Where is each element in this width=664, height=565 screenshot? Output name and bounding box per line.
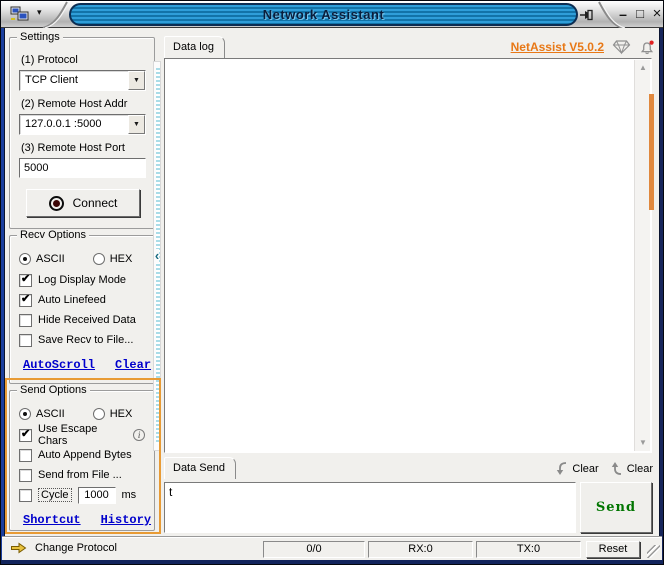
connect-button-label: Connect bbox=[72, 196, 118, 210]
disconnected-status-icon bbox=[48, 195, 64, 211]
history-link[interactable]: History bbox=[101, 513, 151, 527]
recv-hex-label: HEX bbox=[109, 253, 133, 265]
chevron-down-icon[interactable]: ▼ bbox=[128, 115, 145, 134]
remote-host-addr-select[interactable]: 127.0.0.1 :5000 ▼ bbox=[19, 114, 146, 135]
send-hex-label: HEX bbox=[109, 408, 133, 420]
gem-icon[interactable] bbox=[612, 39, 631, 55]
send-button[interactable]: Send bbox=[580, 482, 652, 533]
chevron-down-icon[interactable]: ▼ bbox=[128, 71, 145, 90]
send-options-group: Send Options ASCII HEX Use Escape Chars … bbox=[9, 384, 155, 531]
remote-host-addr-value: 127.0.0.1 :5000 bbox=[25, 118, 102, 130]
panel-collapse-splitter[interactable]: ‹ bbox=[153, 61, 161, 451]
recv-ascii-label: ASCII bbox=[36, 253, 65, 265]
protocol-select[interactable]: TCP Client ▼ bbox=[19, 70, 146, 91]
highlight-stripe-right-edge bbox=[649, 94, 654, 210]
recv-options-group: Recv Options ASCII HEX Log Display Mode … bbox=[9, 229, 155, 384]
connect-button[interactable]: Connect bbox=[26, 189, 140, 217]
send-data-input[interactable]: t bbox=[164, 482, 576, 533]
remote-host-port-input[interactable] bbox=[19, 158, 146, 178]
clear-send-button[interactable]: Clear bbox=[609, 459, 653, 478]
send-from-file-label: Send from File ... bbox=[38, 469, 122, 481]
log-display-mode-checkbox[interactable] bbox=[19, 272, 32, 287]
settings-group-title: Settings bbox=[17, 31, 63, 43]
app-icon[interactable] bbox=[10, 6, 30, 22]
send-ascii-label: ASCII bbox=[36, 408, 65, 420]
maximize-button[interactable]: □ bbox=[631, 4, 649, 24]
cycle-unit-label: ms bbox=[121, 489, 137, 501]
connection-counter: 0/0 bbox=[263, 541, 365, 558]
app-window: ▾ Network Assistant – □ × Settings (1) P… bbox=[0, 0, 664, 565]
remote-host-port-label: (3) Remote Host Port bbox=[21, 142, 125, 154]
settings-group: Settings (1) Protocol TCP Client ▼ (2) R… bbox=[9, 31, 155, 229]
arrow-curve-down-icon bbox=[557, 462, 567, 475]
change-protocol-button[interactable]: Change Protocol bbox=[10, 542, 117, 554]
notification-bell-icon[interactable] bbox=[639, 39, 656, 56]
clear-send-label: Clear bbox=[626, 462, 653, 475]
cycle-checkbox[interactable] bbox=[19, 488, 32, 502]
reset-button[interactable]: Reset bbox=[586, 541, 640, 558]
auto-linefeed-checkbox[interactable] bbox=[19, 292, 32, 307]
title-pill: Network Assistant bbox=[69, 3, 578, 26]
window-border-left bbox=[1, 27, 5, 564]
recv-ascii-radio[interactable] bbox=[19, 253, 31, 265]
save-recv-to-file-label: Save Recv to File... bbox=[38, 334, 134, 346]
resize-grip[interactable] bbox=[647, 545, 660, 558]
tab-data-send[interactable]: Data Send bbox=[164, 457, 236, 479]
protocol-value: TCP Client bbox=[25, 74, 78, 86]
titlebar[interactable]: ▾ Network Assistant – □ × bbox=[1, 1, 663, 28]
window-border-bottom bbox=[1, 560, 663, 564]
change-protocol-label: Change Protocol bbox=[35, 542, 117, 554]
pointer-hand-icon bbox=[11, 542, 27, 554]
window-border-right bbox=[659, 27, 663, 564]
hide-received-data-checkbox[interactable] bbox=[19, 313, 32, 327]
netassist-version-link[interactable]: NetAssist V5.0.2 bbox=[511, 40, 604, 54]
info-icon[interactable]: i bbox=[133, 429, 145, 441]
scroll-down-icon[interactable]: ▼ bbox=[635, 435, 651, 451]
save-recv-to-file-checkbox[interactable] bbox=[19, 333, 32, 347]
use-escape-chars-checkbox[interactable] bbox=[19, 427, 32, 442]
recv-hex-radio[interactable] bbox=[92, 253, 105, 265]
arrow-curve-up-icon bbox=[611, 462, 621, 475]
rx-counter: RX:0 bbox=[368, 541, 473, 558]
autoscroll-link[interactable]: AutoScroll bbox=[23, 358, 95, 372]
cycle-interval-input[interactable] bbox=[77, 486, 116, 504]
protocol-label: (1) Protocol bbox=[21, 54, 78, 66]
clear-recv-button[interactable]: Clear bbox=[554, 459, 599, 478]
send-ascii-radio[interactable] bbox=[19, 408, 31, 420]
auto-linefeed-label: Auto Linefeed bbox=[38, 294, 106, 306]
tab-data-log[interactable]: Data log bbox=[164, 36, 225, 58]
send-from-file-checkbox[interactable] bbox=[19, 468, 32, 482]
status-bar: Change Protocol 0/0 RX:0 TX:0 Reset bbox=[2, 537, 662, 560]
send-hex-radio[interactable] bbox=[92, 408, 105, 420]
use-escape-chars-label: Use Escape Chars bbox=[38, 423, 98, 447]
window-title: Network Assistant bbox=[262, 7, 385, 22]
clear-recv-link[interactable]: Clear bbox=[115, 358, 151, 372]
cycle-label: Cycle bbox=[38, 488, 72, 502]
send-data-value: t bbox=[169, 485, 173, 499]
recv-options-group-title: Recv Options bbox=[17, 229, 90, 241]
pin-icon[interactable] bbox=[579, 8, 597, 22]
log-display-mode-label: Log Display Mode bbox=[38, 274, 127, 286]
hide-received-data-label: Hide Received Data bbox=[38, 314, 136, 326]
auto-append-bytes-checkbox[interactable] bbox=[19, 448, 32, 462]
send-options-group-title: Send Options bbox=[17, 384, 90, 396]
remote-host-addr-label: (2) Remote Host Addr bbox=[21, 98, 128, 110]
tx-counter: TX:0 bbox=[476, 541, 581, 558]
shortcut-link[interactable]: Shortcut bbox=[23, 513, 81, 527]
auto-append-bytes-label: Auto Append Bytes bbox=[38, 449, 132, 461]
minimize-button[interactable]: – bbox=[614, 4, 632, 24]
close-button[interactable]: × bbox=[648, 4, 663, 24]
data-log-scrollbar[interactable]: ▲ ▼ bbox=[634, 60, 650, 451]
scroll-up-icon[interactable]: ▲ bbox=[635, 60, 651, 76]
collapse-left-icon: ‹ bbox=[154, 248, 160, 263]
data-log-area[interactable]: ▲ ▼ bbox=[164, 58, 652, 453]
clear-recv-label: Clear bbox=[572, 462, 599, 475]
